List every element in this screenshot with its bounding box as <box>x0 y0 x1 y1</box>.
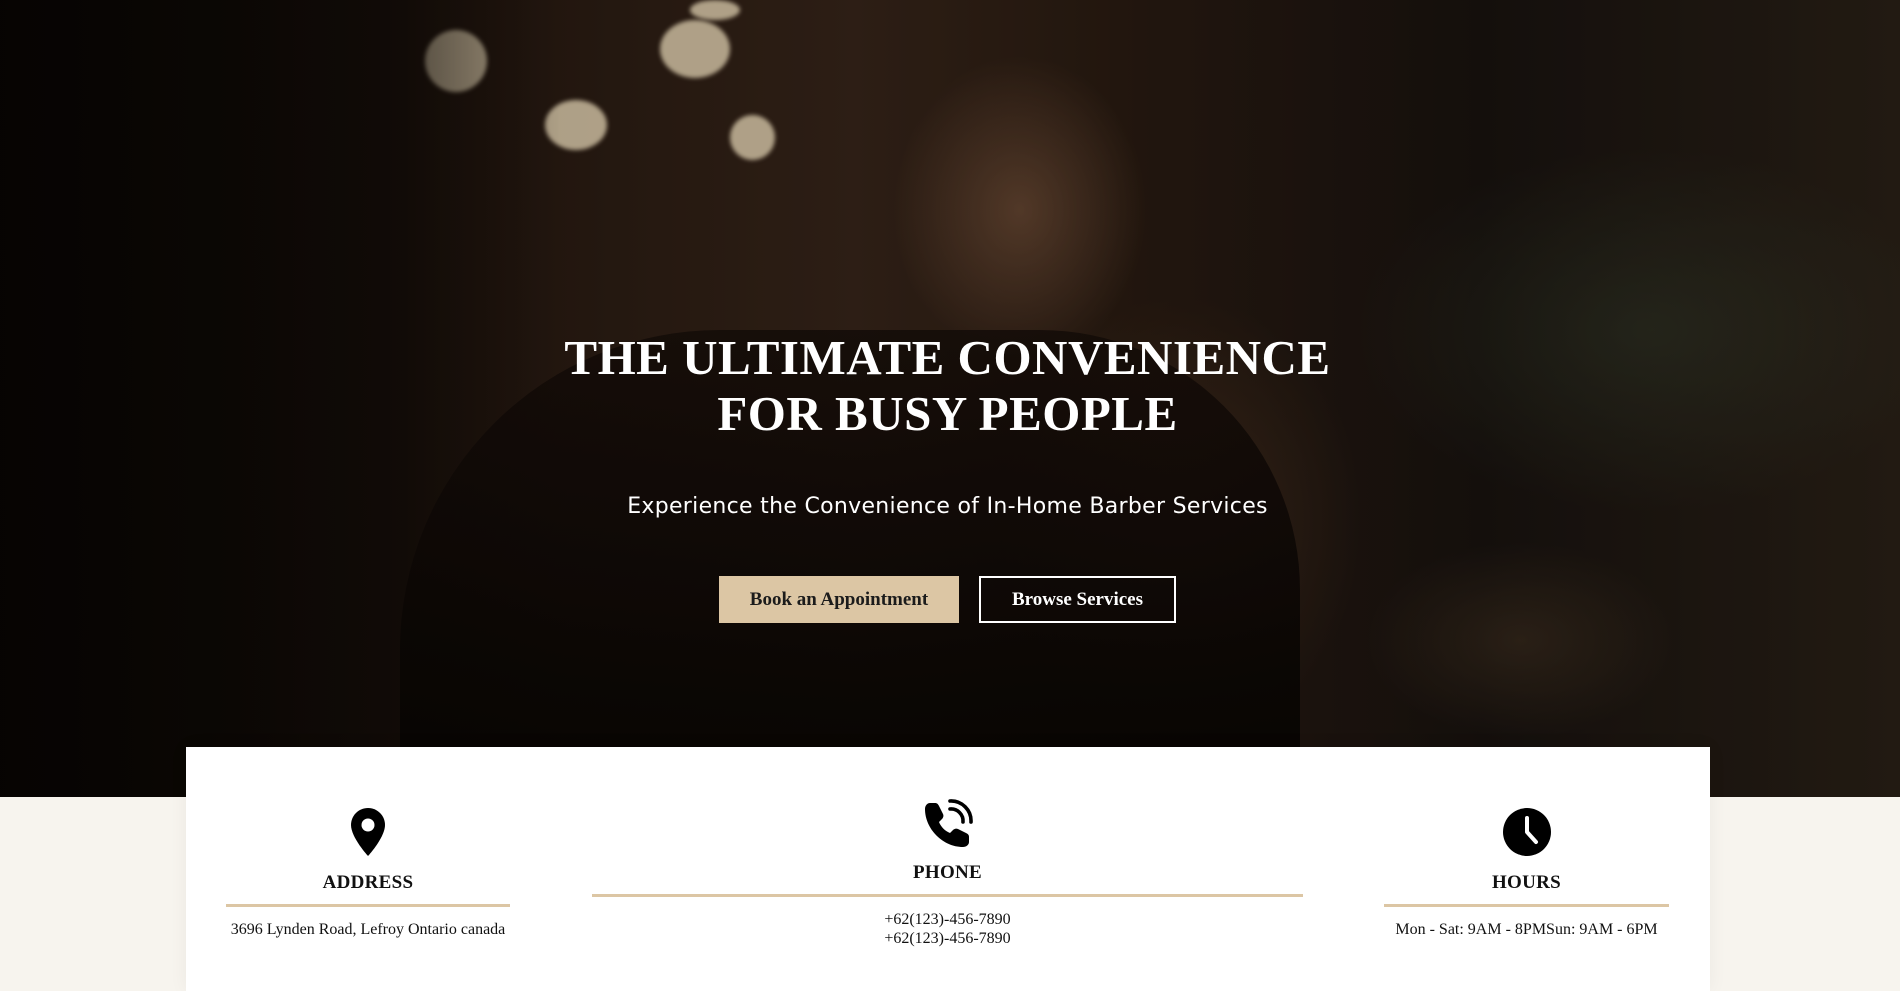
hours-block: HOURS Mon - Sat: 9AM - 8PMSun: 9AM - 6PM <box>1384 807 1669 939</box>
hero-title-line-1: THE ULTIMATE CONVENIENCE <box>564 330 1331 385</box>
hours-title: HOURS <box>1491 872 1562 893</box>
browse-services-button[interactable]: Browse Services <box>979 576 1176 623</box>
book-appointment-button[interactable]: Book an Appointment <box>719 576 959 623</box>
hours-text: Mon - Sat: 9AM - 8PMSun: 9AM - 6PM <box>1395 921 1658 938</box>
hero-section: THE ULTIMATE CONVENIENCE FOR BUSY PEOPLE… <box>0 0 1900 797</box>
hero-button-group: Book an Appointment Browse Services <box>0 576 1895 623</box>
address-title: ADDRESS <box>322 872 414 893</box>
contact-info-card: ADDRESS 3696 Lynden Road, Lefroy Ontario… <box>186 747 1710 991</box>
map-pin-icon <box>226 807 510 862</box>
address-block: ADDRESS 3696 Lynden Road, Lefroy Ontario… <box>226 807 510 939</box>
phone-number-1[interactable]: +62(123)-456-7890 <box>592 910 1303 929</box>
phone-number-2[interactable]: +62(123)-456-7890 <box>592 929 1303 948</box>
phone-block: PHONE +62(123)-456-7890 +62(123)-456-789… <box>592 799 1303 948</box>
hero-title: THE ULTIMATE CONVENIENCE FOR BUSY PEOPLE <box>0 330 1895 442</box>
phone-divider <box>592 894 1303 897</box>
phone-ringing-icon <box>592 799 1303 854</box>
hero-subtitle: Experience the Convenience of In-Home Ba… <box>627 494 1268 519</box>
address-divider <box>226 904 510 907</box>
clock-icon <box>1384 807 1669 862</box>
hours-divider <box>1384 904 1669 907</box>
address-text: 3696 Lynden Road, Lefroy Ontario canada <box>230 921 506 938</box>
phone-title: PHONE <box>912 862 983 883</box>
hero-title-line-2: FOR BUSY PEOPLE <box>717 386 1178 441</box>
